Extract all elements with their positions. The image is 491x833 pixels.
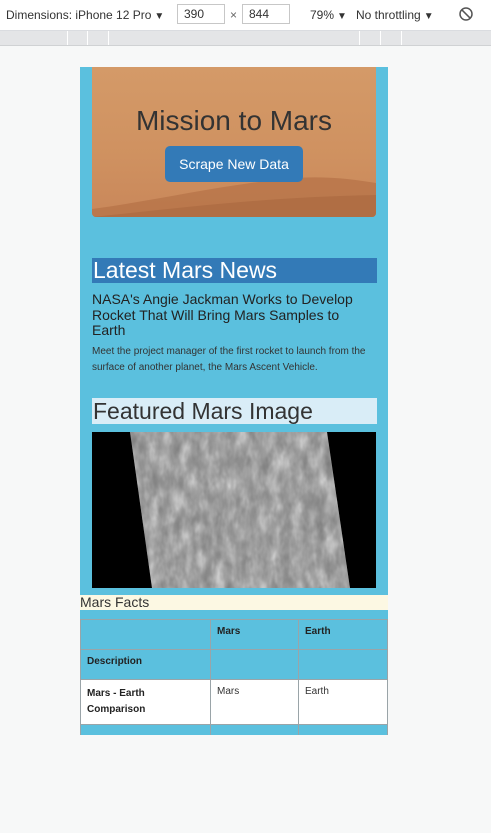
chevron-down-icon: ▼ bbox=[423, 11, 434, 22]
chevron-down-icon: ▼ bbox=[337, 11, 347, 22]
jumbotron: Mission to Mars Scrape New Data bbox=[92, 67, 376, 217]
featured-mars-image[interactable] bbox=[92, 432, 376, 588]
table-row: Mars - Earth Comparison Mars Earth bbox=[80, 679, 388, 725]
table-cell bbox=[210, 649, 299, 680]
table-cell: Mars bbox=[210, 679, 299, 725]
row-label bbox=[80, 724, 211, 735]
news-title: NASA's Angie Jackman Works to Develop Ro… bbox=[92, 291, 353, 338]
ruler-tick bbox=[380, 31, 381, 45]
width-input[interactable]: 390 bbox=[177, 4, 225, 24]
rotate-icon[interactable] bbox=[458, 6, 474, 22]
mars-terrain-image bbox=[92, 432, 376, 588]
device-viewport: Mission to Mars Scrape New Data Latest M… bbox=[80, 67, 388, 735]
throttling-label: No throttling bbox=[356, 8, 421, 22]
ruler-tick bbox=[87, 31, 88, 45]
ruler-tick bbox=[401, 31, 402, 45]
news-heading: Latest Mars News bbox=[92, 258, 377, 283]
column-header: Mars bbox=[210, 619, 299, 650]
chevron-down-icon: ▼ bbox=[154, 11, 165, 22]
table-cell bbox=[210, 724, 299, 735]
dimension-separator: × bbox=[230, 8, 238, 22]
device-select[interactable]: Dimensions: iPhone 12 Pro ▼ bbox=[6, 8, 164, 22]
row-label: Mars - Earth Comparison bbox=[80, 679, 211, 725]
media-query-ruler[interactable] bbox=[0, 31, 491, 46]
ruler-tick bbox=[108, 31, 109, 45]
devtools-device-toolbar: Dimensions: iPhone 12 Pro ▼ 390 × 844 79%… bbox=[0, 0, 491, 31]
table-row bbox=[80, 724, 388, 735]
mars-facts-table: Mars Earth Description Mars - Earth Comp… bbox=[80, 619, 388, 735]
row-label: Description bbox=[80, 649, 211, 680]
scrape-new-data-button[interactable]: Scrape New Data bbox=[165, 146, 303, 182]
device-select-label: Dimensions: iPhone 12 Pro bbox=[6, 8, 152, 22]
ruler-tick bbox=[67, 31, 68, 45]
height-input[interactable]: 844 bbox=[242, 4, 290, 24]
table-cell bbox=[298, 649, 388, 680]
throttling-select[interactable]: No throttling ▼ bbox=[356, 8, 434, 22]
featured-heading: Featured Mars Image bbox=[92, 398, 377, 424]
facts-heading: Mars Facts bbox=[80, 595, 388, 610]
ruler-tick bbox=[359, 31, 360, 45]
zoom-label: 79% bbox=[310, 8, 335, 22]
zoom-select[interactable]: 79% ▼ bbox=[310, 8, 347, 22]
page-title: Mission to Mars bbox=[135, 105, 333, 136]
table-cell bbox=[298, 724, 388, 735]
table-row: Description bbox=[80, 649, 388, 680]
column-header bbox=[80, 619, 211, 650]
news-paragraph: Meet the project manager of the first ro… bbox=[92, 346, 366, 373]
table-cell: Earth bbox=[298, 679, 388, 725]
column-header: Earth bbox=[298, 619, 388, 650]
table-header-row: Mars Earth bbox=[80, 619, 388, 650]
